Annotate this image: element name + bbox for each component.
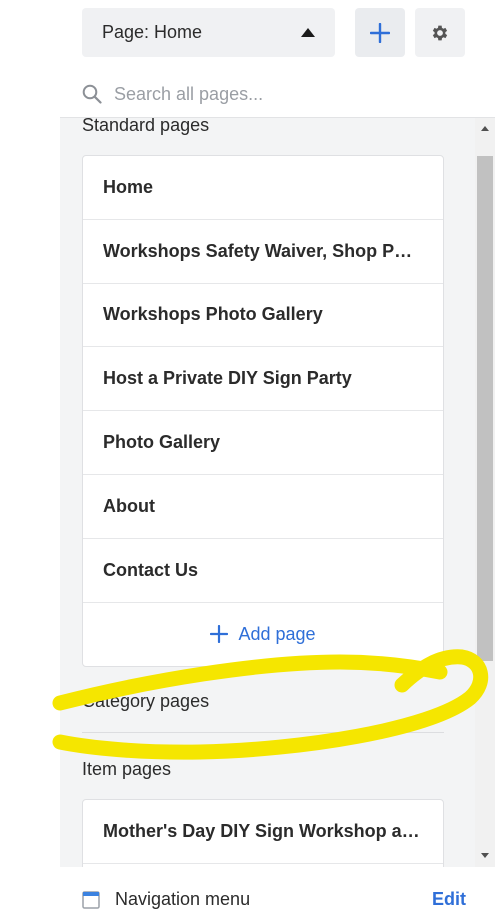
page-item-workshops-photo-gallery[interactable]: Workshops Photo Gallery <box>83 284 443 348</box>
gear-icon <box>432 25 448 40</box>
page-item-private-sign-party[interactable]: Host a Private DIY Sign Party <box>83 347 443 412</box>
navigation-menu-label: Navigation menu <box>115 889 251 909</box>
page-item-label: Host a Private DIY Sign Party <box>103 368 352 389</box>
caret-up-icon <box>301 28 315 37</box>
pages-panel: Standard pages Home Workshops Safety Wai… <box>60 117 495 867</box>
page-select-label: Page: Home <box>102 22 203 42</box>
search-bar <box>82 78 482 110</box>
page-item-about[interactable]: About <box>83 475 443 539</box>
page-item-home[interactable]: Home <box>83 156 443 220</box>
scrollbar[interactable] <box>475 118 495 867</box>
page-item-contact-us[interactable]: Contact Us <box>83 539 443 603</box>
page-item-label: Workshops Photo Gallery <box>103 304 323 325</box>
page-item-label: Contact Us <box>103 559 199 580</box>
search-icon <box>82 84 102 104</box>
page-item-label: Photo Gallery <box>103 432 221 453</box>
scroll-down-arrow-icon[interactable] <box>481 853 489 858</box>
category-divider <box>82 732 444 733</box>
standard-pages-heading: Standard pages <box>82 117 210 135</box>
page-item-photo-gallery[interactable]: Photo Gallery <box>83 411 443 475</box>
bottom-bar: Navigation menu Edit <box>0 867 495 922</box>
scroll-up-arrow-icon[interactable] <box>481 126 489 131</box>
page-item-mothers-day-workshop[interactable]: Mother's Day DIY Sign Workshop at ... <box>83 800 443 864</box>
item-pages-heading: Item pages <box>82 759 172 779</box>
browser-window-icon <box>82 891 100 909</box>
standard-pages-list: Home Workshops Safety Waiver, Shop Poli.… <box>82 155 444 667</box>
page-item-label: Workshops Safety Waiver, Shop Poli... <box>103 240 423 261</box>
plus-icon <box>370 22 390 43</box>
page-select-dropdown[interactable]: Page: Home <box>82 8 335 57</box>
page-item-workshops-safety-waiver[interactable]: Workshops Safety Waiver, Shop Poli... <box>83 220 443 284</box>
add-page-button[interactable] <box>355 8 405 57</box>
scroll-thumb[interactable] <box>477 156 493 661</box>
add-page-link[interactable]: Add page <box>83 603 443 666</box>
edit-navigation-link[interactable]: Edit <box>432 889 466 910</box>
category-pages-heading: Category pages <box>82 691 210 711</box>
plus-icon <box>210 625 229 644</box>
page-item-label: Home <box>103 176 154 197</box>
search-input[interactable] <box>112 82 456 106</box>
top-bar: Page: Home <box>0 0 495 70</box>
page-item-label: About <box>103 495 155 516</box>
settings-button[interactable] <box>415 8 465 57</box>
item-pages-list: Mother's Day DIY Sign Workshop at ... <box>82 799 444 867</box>
page-item-label: Mother's Day DIY Sign Workshop at ... <box>103 820 423 841</box>
add-page-label: Add page <box>238 623 316 644</box>
